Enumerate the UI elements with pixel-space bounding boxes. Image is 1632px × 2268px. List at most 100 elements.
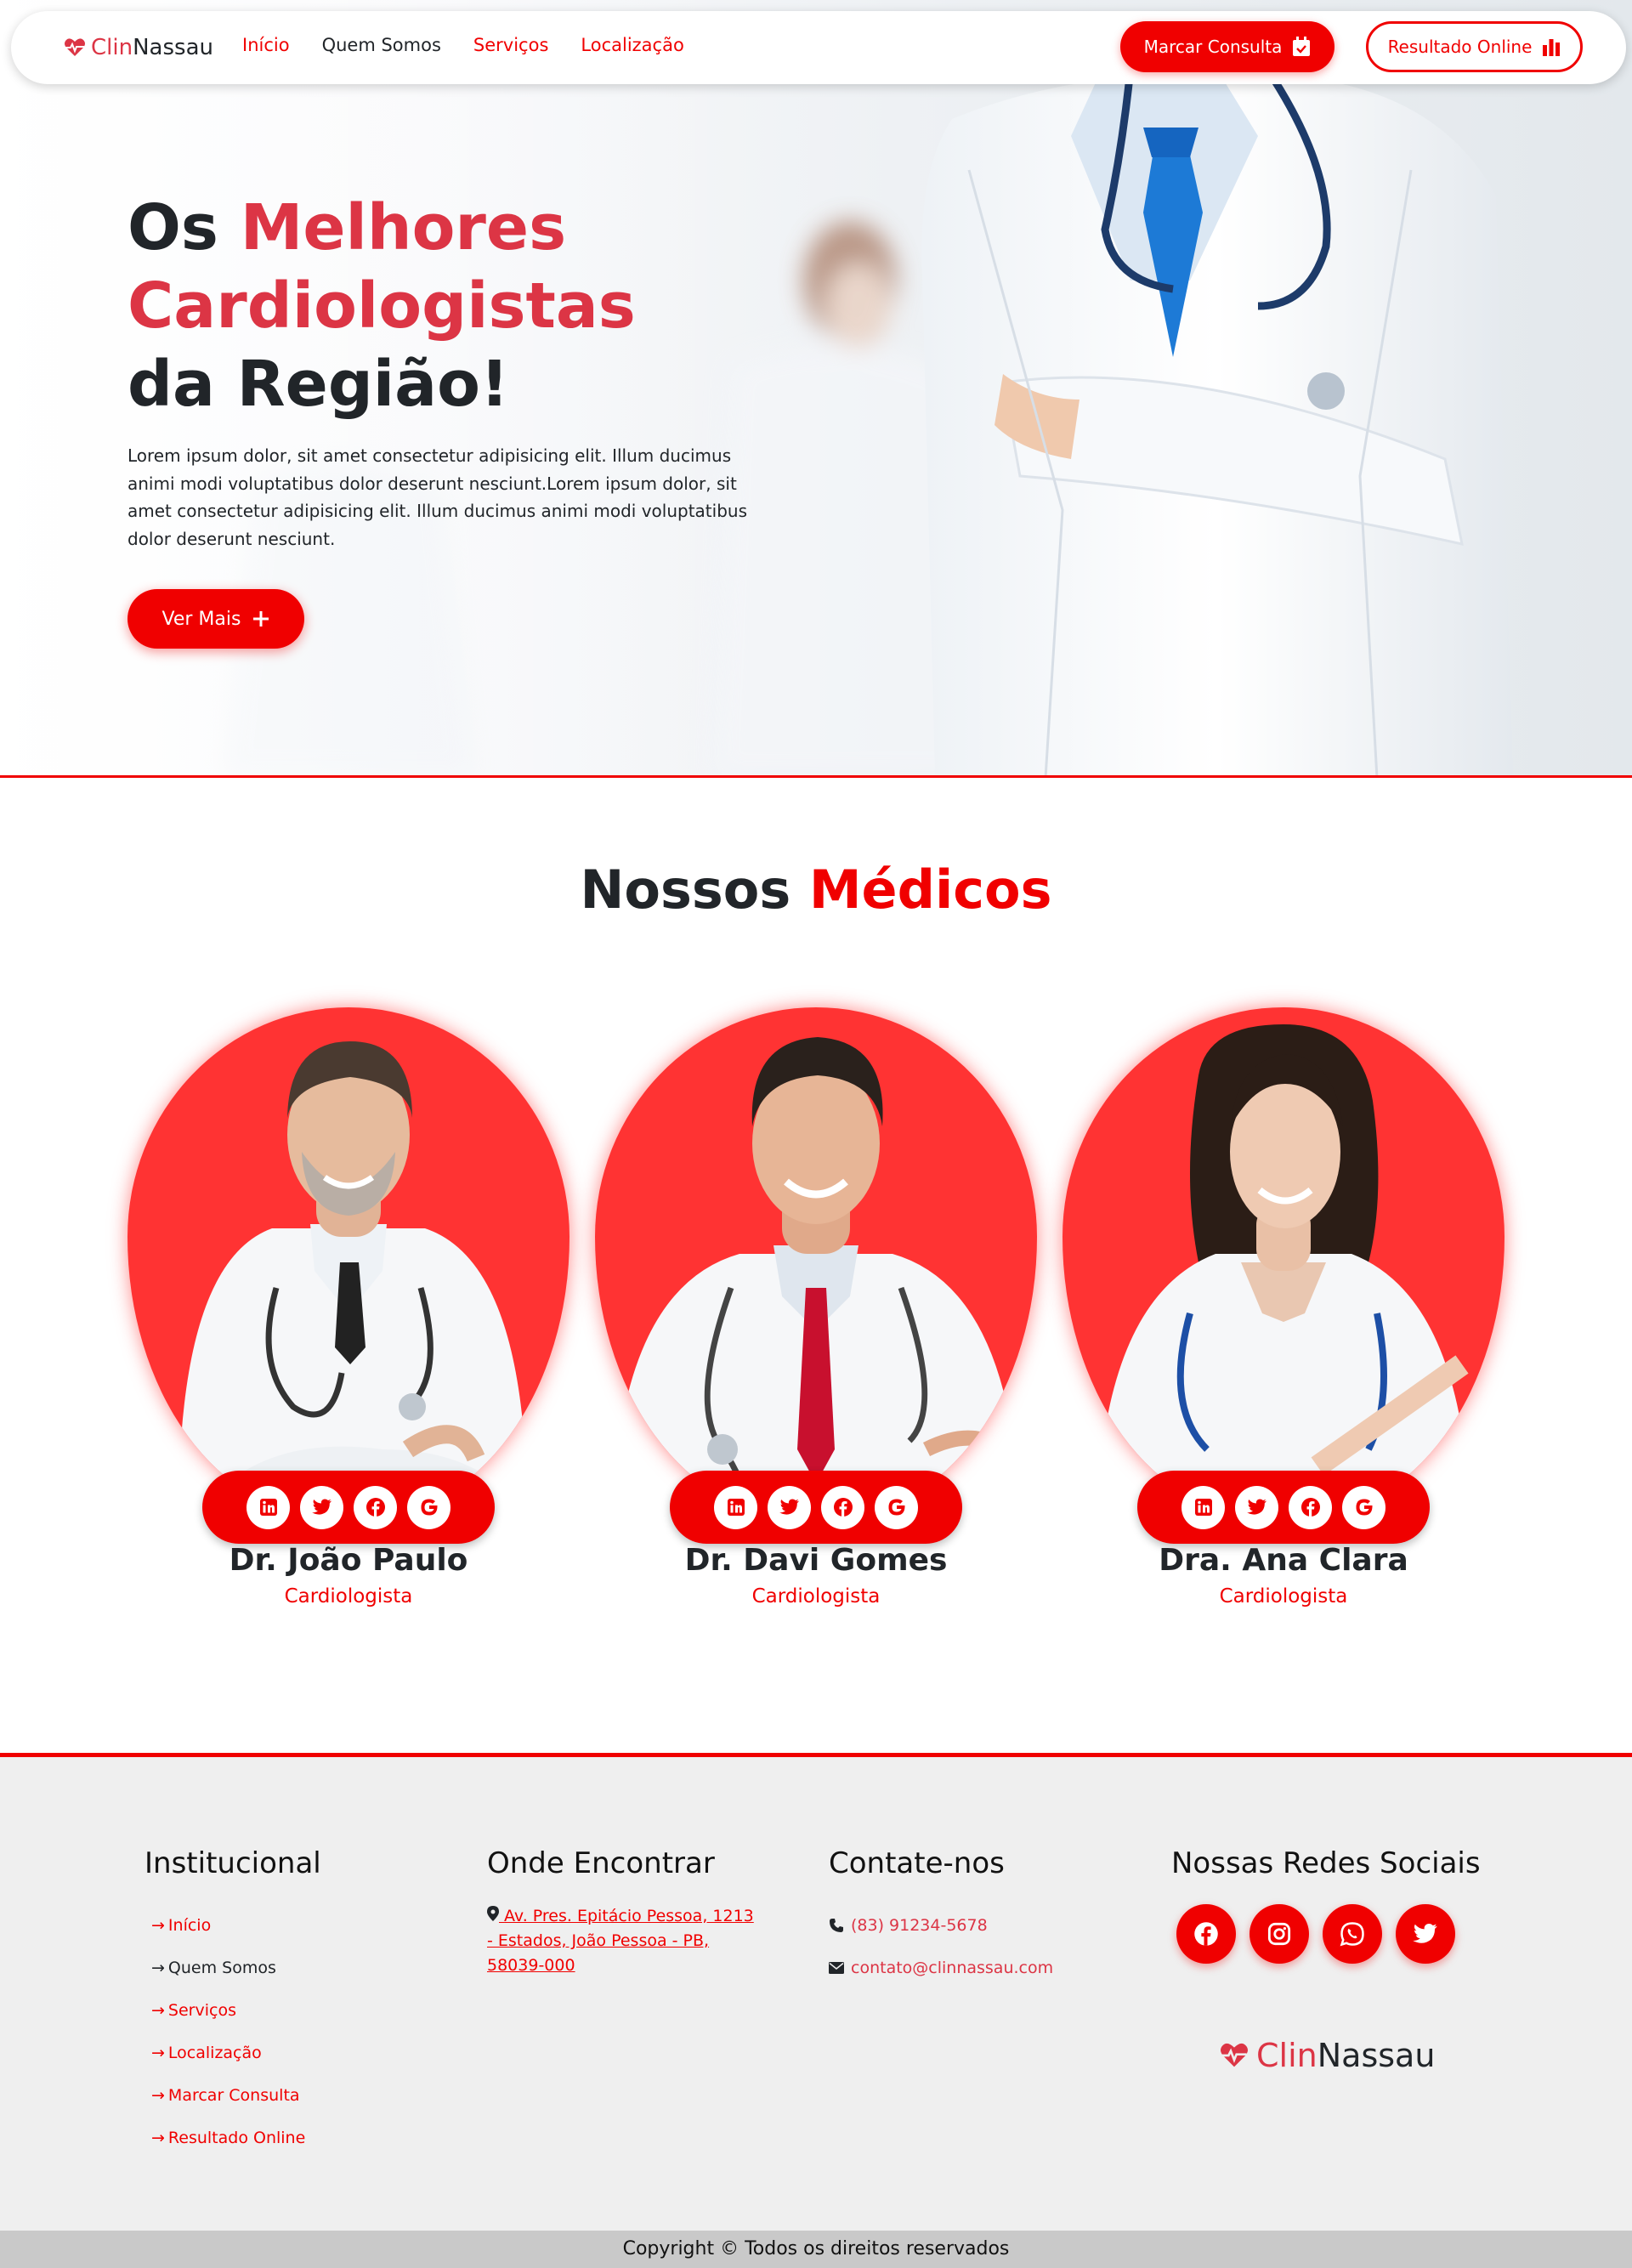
footer-phone-link[interactable]: (83) 91234-5678 (829, 1904, 1053, 1947)
arrow-right-icon: → (151, 2086, 165, 2105)
hero-doctor-figure (921, 65, 1513, 778)
footer-contato: Contate-nos (83) 91234-5678 contato@clin… (829, 1846, 1053, 1989)
brand-name-part2: Nassau (133, 35, 213, 60)
footer-address: Av. Pres. Epitácio Pessoa, 1213 - Estado… (487, 1907, 754, 1975)
calendar-check-icon (1293, 37, 1311, 56)
doctors-title-part1: Nossos (580, 859, 809, 921)
facebook-icon[interactable] (1176, 1904, 1236, 1964)
linkedin-icon[interactable] (714, 1485, 757, 1529)
doctor-social-bar (670, 1471, 962, 1544)
twitter-icon[interactable] (1235, 1485, 1278, 1529)
footer-brand-logo[interactable]: ClinNassau (1219, 2037, 1435, 2074)
twitter-icon[interactable] (300, 1485, 343, 1529)
facebook-icon[interactable] (1289, 1485, 1332, 1529)
footer-link-quem-somos[interactable]: → Quem Somos (151, 1947, 321, 1989)
footer-link-localizacao[interactable]: → Localização (151, 2032, 321, 2074)
plus-icon (253, 611, 269, 627)
hero-title-part4: da Região! (128, 348, 509, 421)
doctor-card: Dra. Ana Clara Cardiologista (1062, 1007, 1504, 1619)
doctor-card: Dr. Davi Gomes Cardiologista (595, 1007, 1037, 1619)
navbar: ClinNassau Início Quem Somos Serviços Lo… (11, 11, 1626, 84)
twitter-icon[interactable] (1396, 1904, 1455, 1964)
google-icon[interactable] (1342, 1485, 1386, 1529)
footer-institucional-title: Institucional (144, 1846, 321, 1880)
footer-onde-encontrar: Onde Encontrar Av. Pres. Epitácio Pessoa… (487, 1846, 759, 1978)
footer-email-link[interactable]: contato@clinnassau.com (829, 1947, 1053, 1989)
nav-item-inicio[interactable]: Início (242, 35, 290, 55)
facebook-icon[interactable] (354, 1485, 397, 1529)
envelope-icon (829, 1962, 844, 1974)
footer-address-link[interactable]: Av. Pres. Epitácio Pessoa, 1213 - Estado… (487, 1904, 759, 1978)
arrow-right-icon: → (151, 2044, 165, 2062)
google-icon[interactable] (875, 1485, 918, 1529)
doctor-name: Dr. João Paulo (229, 1543, 468, 1578)
hero-title: Os Melhores Cardiologistas da Região! (128, 189, 636, 423)
footer-link-label: Início (167, 1916, 212, 1935)
footer-link-servicos[interactable]: → Serviços (151, 1989, 321, 2032)
hero-description: Lorem ipsum dolor, sit amet consectetur … (128, 445, 747, 549)
footer-link-label: Marcar Consulta (167, 2086, 300, 2105)
doctor-photo (128, 1007, 570, 1517)
doctor-social-bar (202, 1471, 495, 1544)
footer-link-label: Localização (167, 2044, 262, 2062)
footer-redes-sociais: Nossas Redes Sociais (1171, 1846, 1481, 1964)
nav-item-servicos[interactable]: Serviços (473, 35, 548, 55)
whatsapp-icon[interactable] (1323, 1904, 1382, 1964)
doctors-section-title: Nossos Médicos (0, 859, 1632, 921)
google-icon[interactable] (407, 1485, 450, 1529)
footer-link-label: Resultado Online (167, 2129, 306, 2147)
footer-onde-title: Onde Encontrar (487, 1846, 715, 1880)
nav-item-quem-somos[interactable]: Quem Somos (322, 35, 441, 55)
arrow-right-icon: → (151, 2001, 165, 2020)
doctor-photo (595, 1007, 1037, 1517)
hero-title-part3: Cardiologistas (128, 269, 636, 343)
resultado-online-button[interactable]: Resultado Online (1366, 21, 1583, 72)
hero-title-part1: Os (128, 191, 241, 264)
arrow-right-icon: → (151, 2129, 165, 2147)
doctor-card: Dr. João Paulo Cardiologista (128, 1007, 570, 1619)
facebook-icon[interactable] (821, 1485, 864, 1529)
doctor-photo (1062, 1007, 1504, 1517)
footer-phone: (83) 91234-5678 (851, 1916, 988, 1935)
doctor-name: Dr. Davi Gomes (684, 1543, 948, 1578)
brand-logo[interactable]: ClinNassau (64, 34, 213, 61)
footer-brand-part1: Clin (1256, 2037, 1318, 2074)
nav-item-localizacao[interactable]: Localização (581, 35, 683, 55)
hero-section: ClinNassau Início Quem Somos Serviços Lo… (0, 0, 1632, 778)
ver-mais-label: Ver Mais (162, 608, 241, 630)
copyright-bar: Copyright © Todos os direitos reservados (0, 2231, 1632, 2268)
resultado-online-label: Resultado Online (1387, 37, 1533, 57)
footer-link-resultado-online[interactable]: → Resultado Online (151, 2117, 321, 2159)
doctor-social-bar (1137, 1471, 1430, 1544)
linkedin-icon[interactable] (1182, 1485, 1225, 1529)
footer: Institucional → Início → Quem Somos → Servi… (0, 1753, 1632, 2231)
marcar-consulta-button[interactable]: Marcar Consulta (1120, 21, 1334, 72)
phone-icon (830, 1919, 843, 1932)
doctor-name: Dra. Ana Clara (1159, 1543, 1408, 1578)
footer-link-marcar-consulta[interactable]: → Marcar Consulta (151, 2074, 321, 2117)
doctor-photo-illustration (178, 1041, 527, 1517)
doctors-title-part2: Médicos (808, 859, 1052, 921)
twitter-icon[interactable] (768, 1485, 811, 1529)
arrow-right-icon: → (151, 1916, 165, 1935)
footer-link-inicio[interactable]: → Início (151, 1904, 321, 1947)
footer-redes-title: Nossas Redes Sociais (1171, 1846, 1481, 1880)
hero-title-part2: Melhores (240, 191, 567, 264)
heartbeat-icon (1221, 2043, 1248, 2067)
map-marker-icon (487, 1906, 499, 1921)
linkedin-icon[interactable] (246, 1485, 290, 1529)
doctor-photo-illustration (612, 1037, 1020, 1517)
marcar-consulta-label: Marcar Consulta (1143, 37, 1283, 57)
doctor-role: Cardiologista (1219, 1585, 1348, 1607)
footer-links: → Início → Quem Somos → Serviços → Localizaç… (151, 1904, 321, 2159)
nav-links: Início Quem Somos Serviços Localização (242, 35, 684, 55)
footer-email: contato@clinnassau.com (851, 1959, 1054, 1977)
ver-mais-button[interactable]: Ver Mais (128, 589, 304, 649)
brand-name-part1: Clin (91, 35, 133, 60)
instagram-icon[interactable] (1250, 1904, 1309, 1964)
heartbeat-icon (65, 38, 85, 56)
doctor-role: Cardiologista (284, 1585, 413, 1607)
footer-contato-title: Contate-nos (829, 1846, 1005, 1880)
footer-institucional: Institucional → Início → Quem Somos → Servi… (144, 1846, 321, 2159)
arrow-right-icon: → (151, 1959, 165, 1977)
